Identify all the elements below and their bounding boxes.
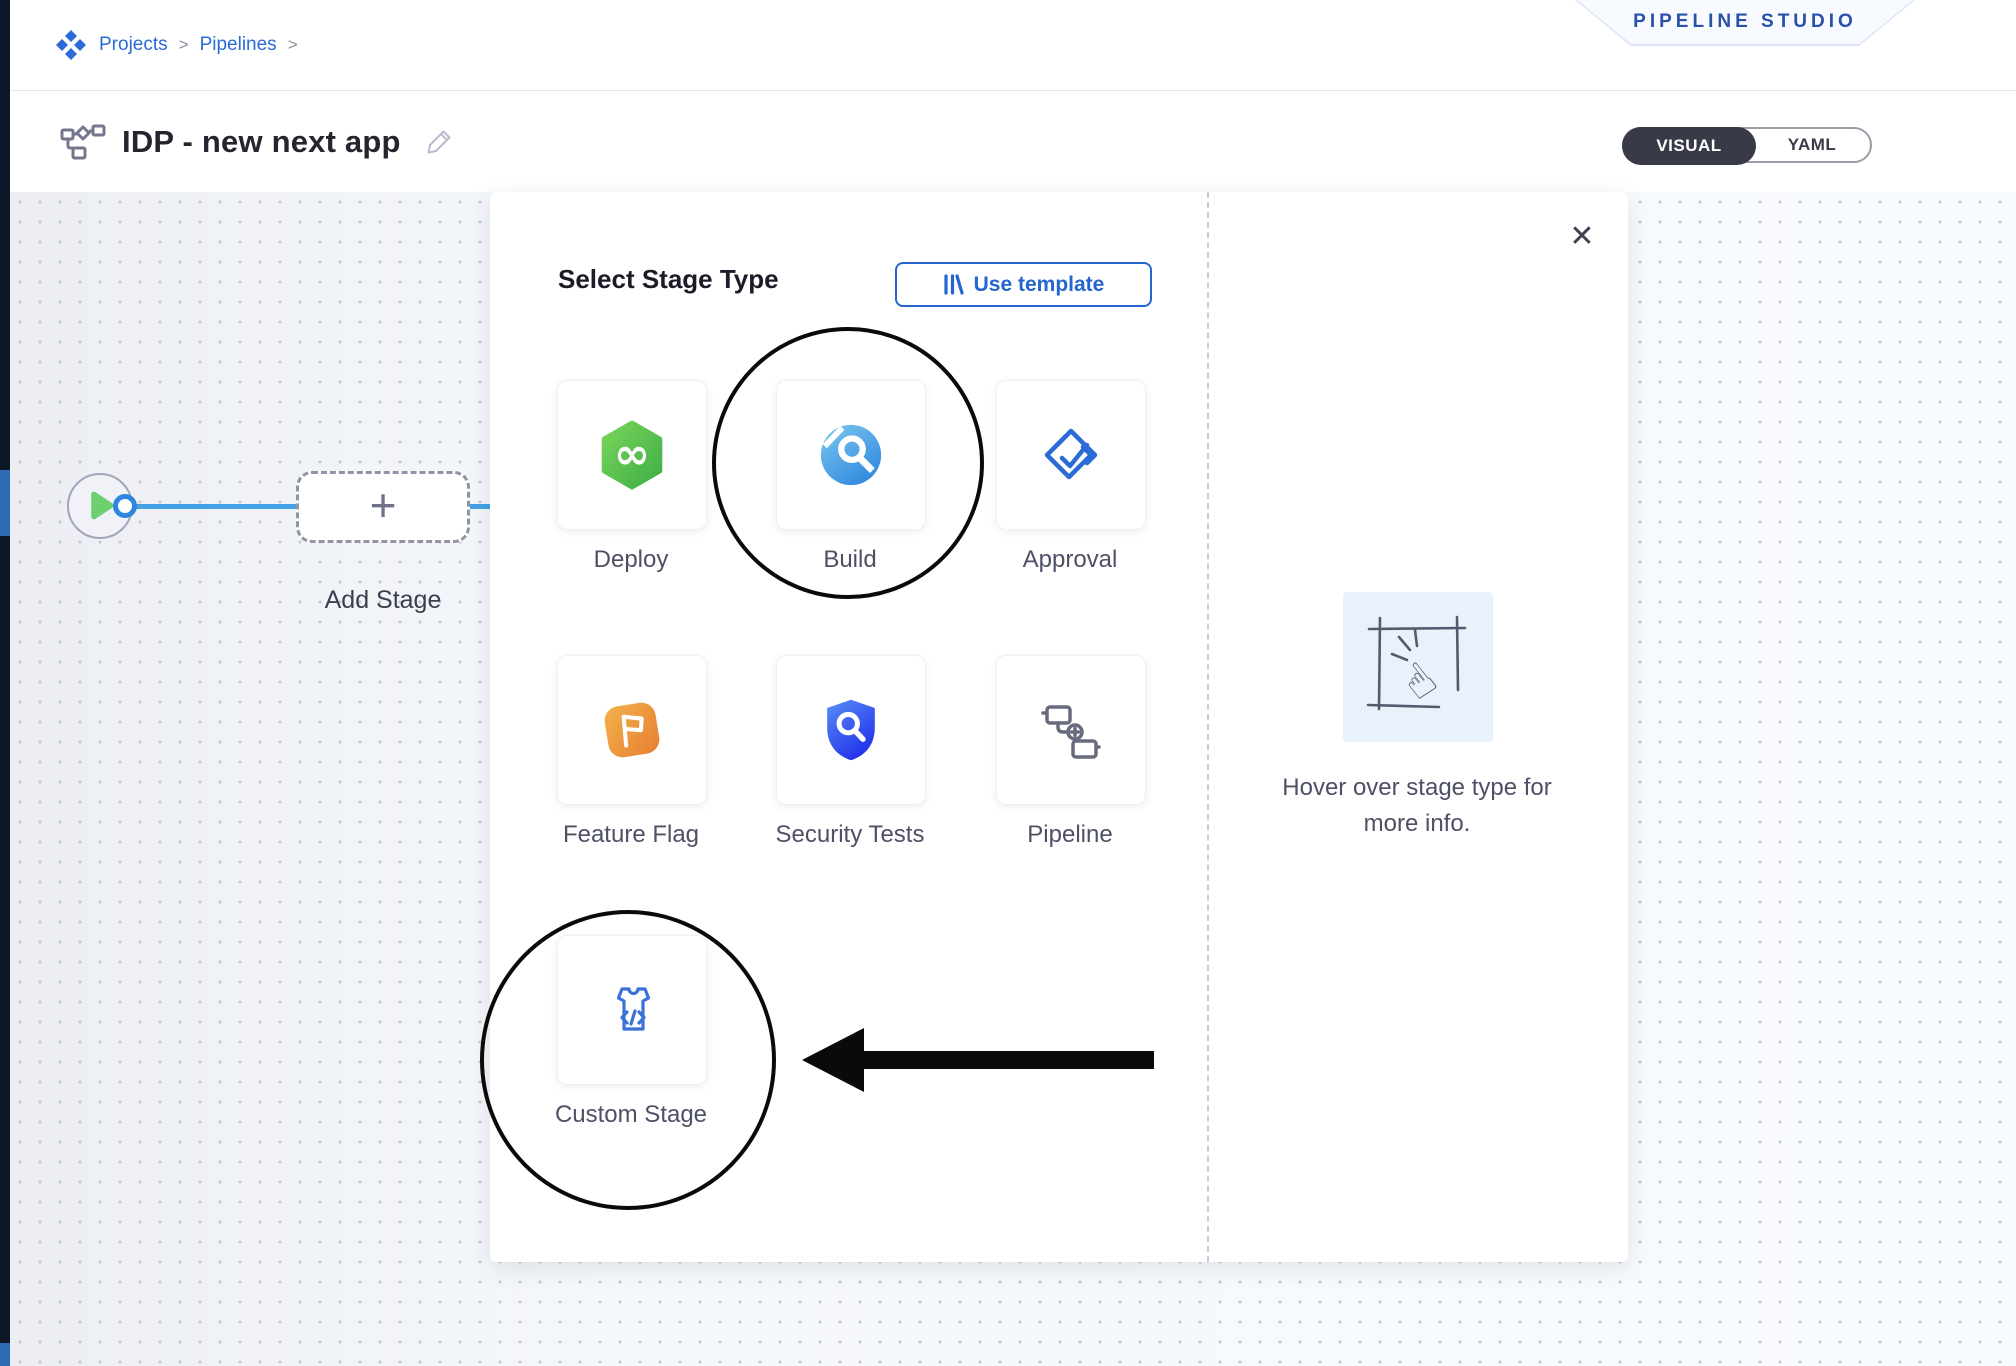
projects-logo-icon (54, 28, 88, 62)
pipeline-stage-icon (1035, 694, 1107, 766)
template-icon (943, 273, 964, 296)
breadcrumb-separator: > (179, 35, 189, 55)
use-template-label: Use template (974, 273, 1105, 297)
deploy-icon: ∞ (595, 418, 669, 492)
stage-label-build: Build (750, 544, 950, 576)
select-stage-modal: Select Stage Type Use template ∞ (490, 192, 1628, 1262)
stage-card-approval[interactable] (996, 380, 1146, 530)
pipeline-studio-badge-label: PIPELINE STUDIO (1577, 0, 1913, 44)
hover-hint-text: Hover over stage type for more info. (1257, 770, 1577, 842)
pipeline-studio-page: Projects > Pipelines > PIPELINE STUDIO I… (0, 0, 2016, 1366)
start-node-connector (113, 494, 137, 518)
left-nav-sliver (0, 0, 10, 1366)
close-icon[interactable]: ✕ (1562, 216, 1602, 256)
page-title: IDP - new next app (122, 124, 401, 160)
custom-stage-icon (596, 974, 668, 1046)
stage-card-custom-stage[interactable] (557, 935, 707, 1085)
stage-card-feature-flag[interactable] (557, 655, 707, 805)
plus-icon: + (370, 482, 397, 528)
use-template-button[interactable]: Use template (895, 262, 1152, 307)
security-tests-icon (818, 695, 884, 765)
breadcrumb-projects[interactable]: Projects (99, 34, 168, 56)
approval-icon (1035, 419, 1107, 491)
stage-label-security-tests: Security Tests (760, 819, 940, 851)
title-bar: IDP - new next app VISUAL YAML (10, 91, 2016, 192)
connector-line (470, 504, 491, 509)
breadcrumb-pipelines[interactable]: Pipelines (200, 34, 277, 56)
stage-card-security-tests[interactable] (776, 655, 926, 805)
breadcrumb-separator: > (288, 35, 298, 55)
stage-card-deploy[interactable]: ∞ (557, 380, 707, 530)
add-stage-label: Add Stage (296, 586, 470, 615)
play-icon (94, 494, 111, 516)
breadcrumb: Projects > Pipelines > (54, 0, 298, 90)
toggle-visual-option[interactable]: VISUAL (1622, 127, 1756, 165)
stage-label-approval: Approval (970, 544, 1170, 576)
nav-active-indicator (0, 470, 10, 536)
stage-label-feature-flag: Feature Flag (541, 819, 721, 851)
toggle-yaml-option[interactable]: YAML (1754, 129, 1870, 161)
stage-label-pipeline: Pipeline (970, 819, 1170, 851)
stage-label-deploy: Deploy (531, 544, 731, 576)
modal-title: Select Stage Type (558, 264, 779, 295)
pipeline-graph-icon (60, 122, 106, 162)
panel-divider (1207, 192, 1209, 1262)
edit-pencil-icon[interactable] (425, 128, 453, 156)
nav-bottom-indicator (0, 1343, 10, 1366)
hover-info-illustration: ☝ (1343, 592, 1493, 742)
svg-text:∞: ∞ (614, 429, 650, 479)
stage-card-pipeline[interactable] (996, 655, 1146, 805)
stage-label-custom-stage: Custom Stage (541, 1099, 721, 1131)
feature-flag-icon (595, 693, 669, 767)
pipeline-studio-badge: PIPELINE STUDIO (1575, 0, 1915, 46)
stage-card-build[interactable] (776, 380, 926, 530)
connector-line (135, 504, 296, 509)
add-stage-button[interactable]: + (296, 471, 470, 543)
top-bar: Projects > Pipelines > PIPELINE STUDIO (10, 0, 2016, 91)
visual-yaml-toggle[interactable]: VISUAL YAML (1622, 127, 1872, 163)
build-icon (816, 420, 886, 490)
